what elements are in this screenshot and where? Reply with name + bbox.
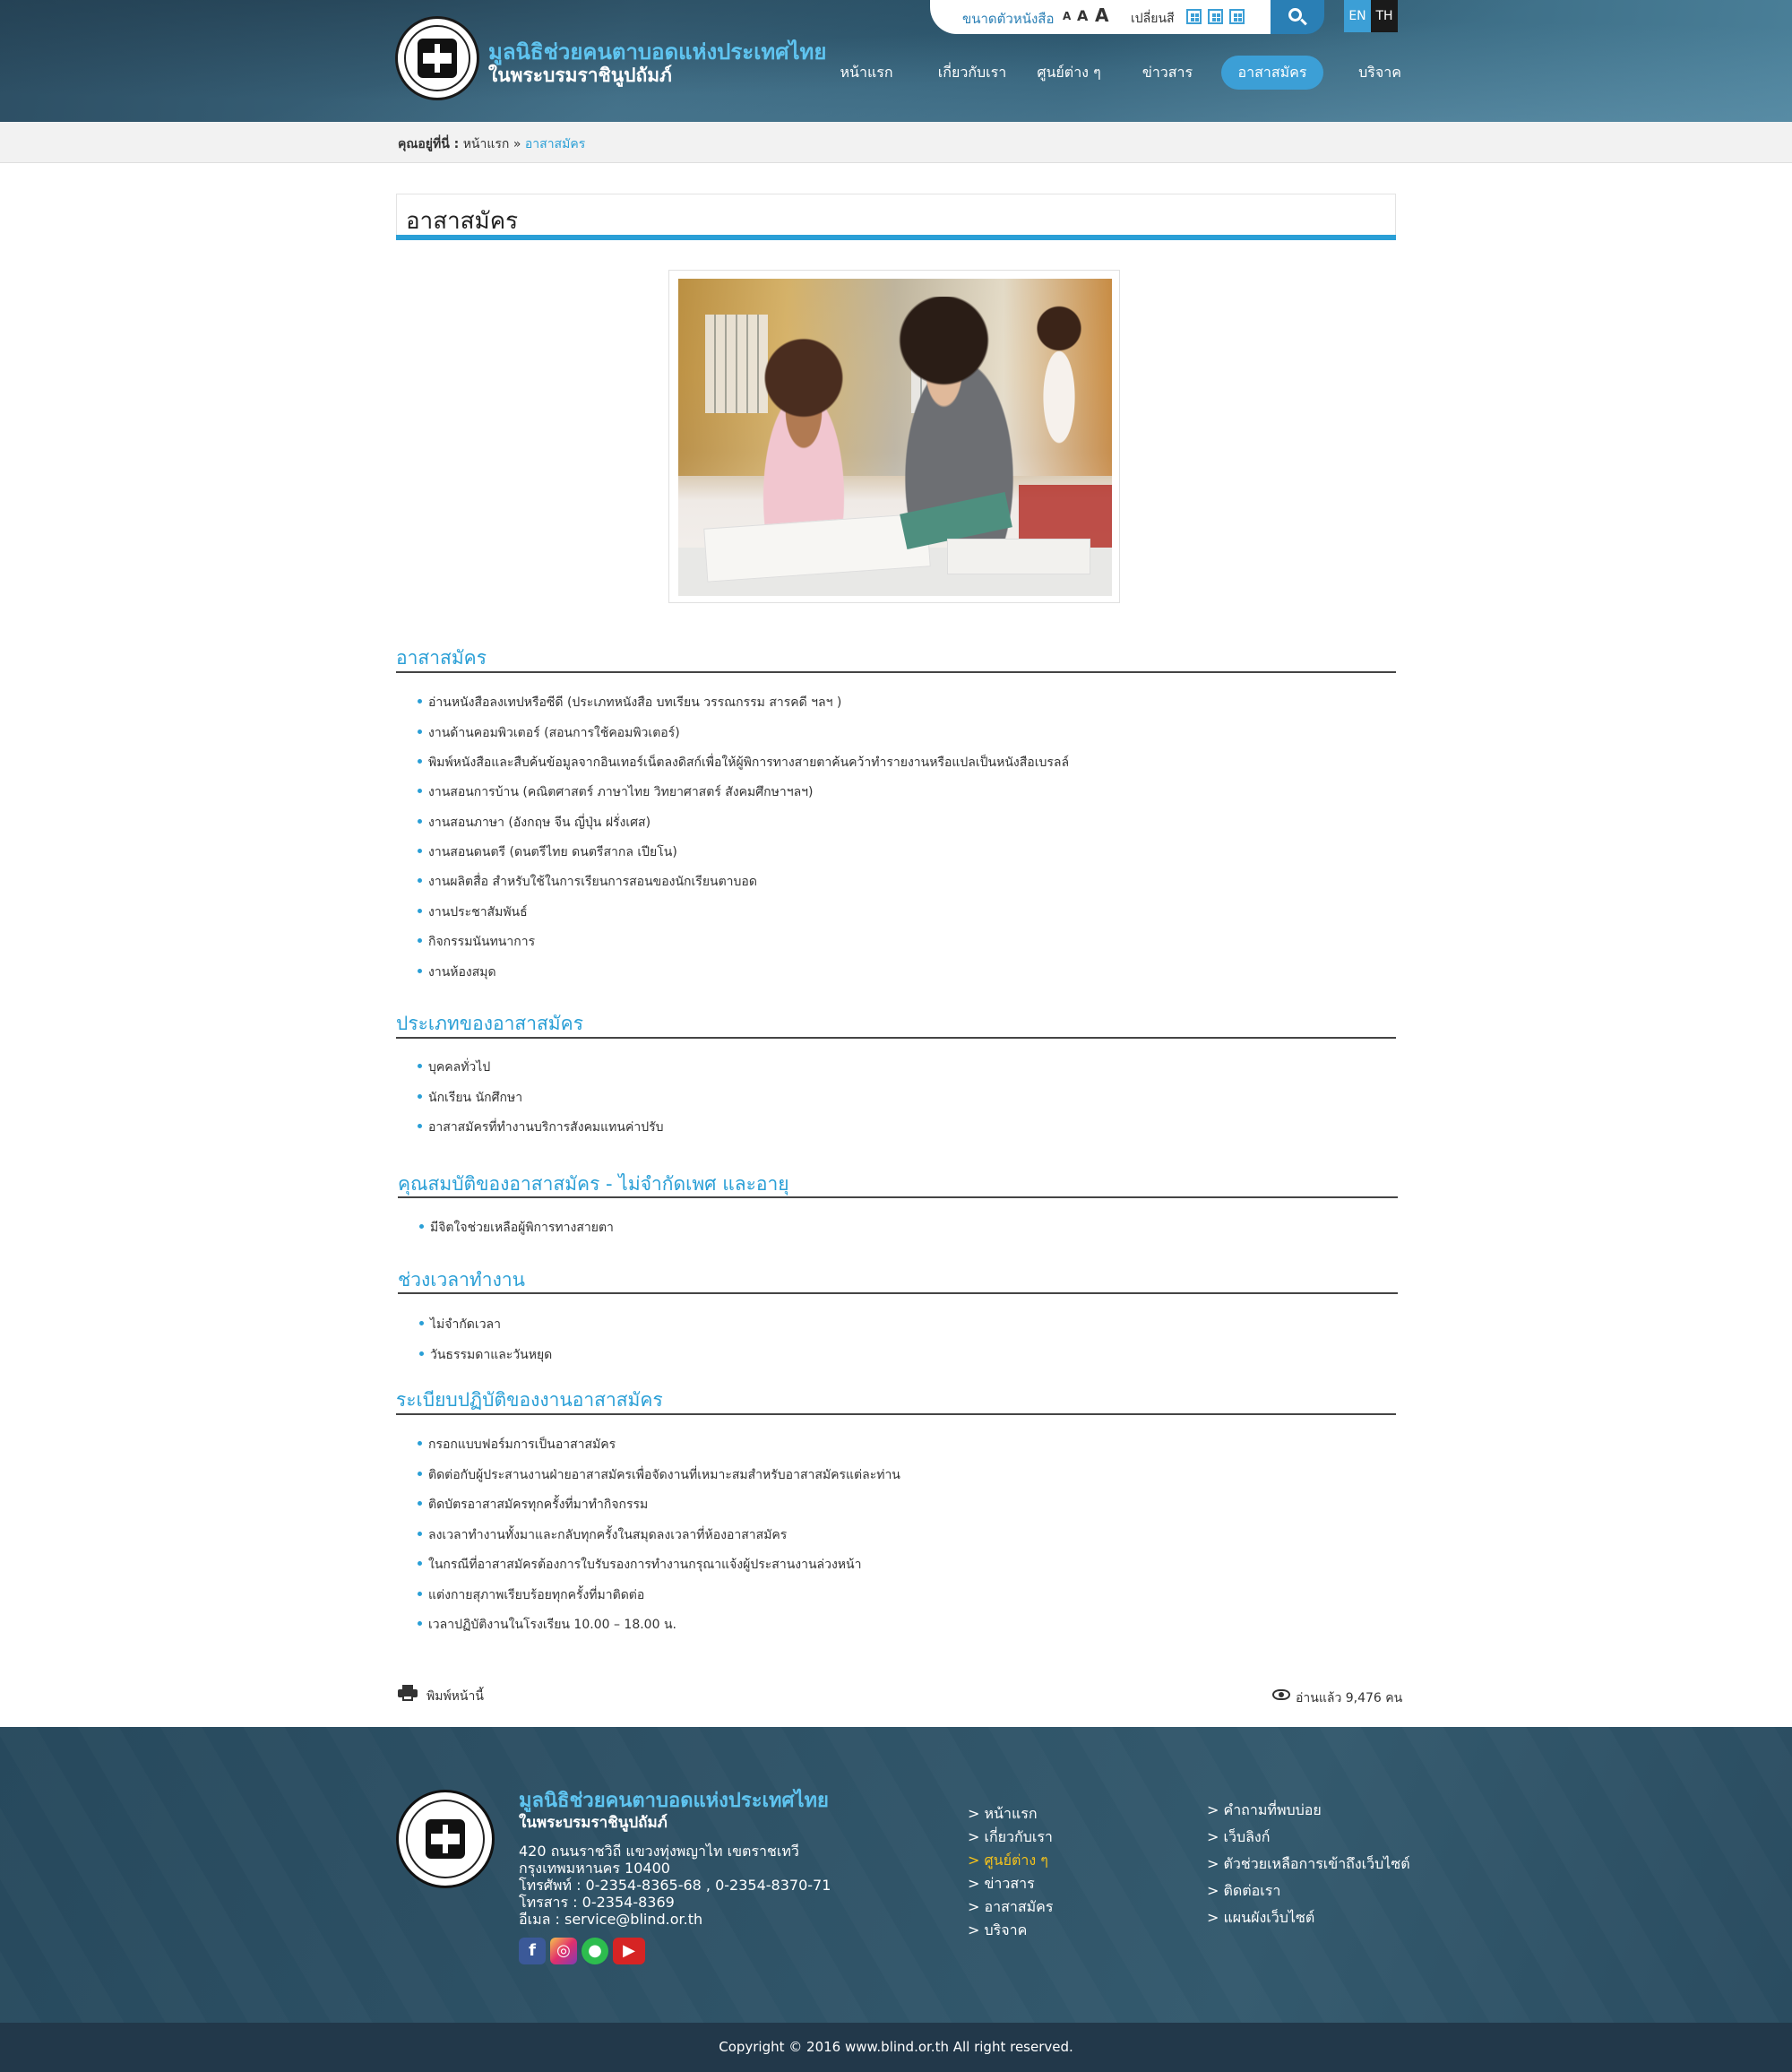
copyright-text: Copyright © 2016 www.blind.or.th All rig… <box>719 2039 1073 2055</box>
nav-centers[interactable]: ศูนย์ต่าง ๆ <box>1029 56 1109 90</box>
list-item: งานด้านคอมพิวเตอร์ (สอนการใช้คอมพิวเตอร์… <box>418 723 680 743</box>
list-item: อาสาสมัครที่ทำงานบริการสังคมแทนค่าปรับ <box>418 1118 664 1137</box>
section-divider <box>396 1037 1396 1039</box>
footer-link-donate[interactable]: > บริจาค <box>968 1920 1027 1942</box>
section-heading-volunteer: อาสาสมัคร <box>396 647 487 669</box>
brand-subtitle[interactable]: ในพระบรมราชินูปถัมภ์ <box>488 61 672 91</box>
view-count: อ่านแล้ว 9,476 คน <box>1296 1691 1403 1705</box>
list-item: กิจกรรมนันทนาการ <box>418 932 535 952</box>
section-divider <box>396 1413 1396 1415</box>
list-item: กรอกแบบฟอร์มการเป็นอาสาสมัคร <box>418 1435 616 1455</box>
list-item: มีจิตใจช่วยเหลือผู้พิการทางสายตา <box>419 1218 614 1238</box>
printer-icon[interactable] <box>398 1685 418 1701</box>
page-title: อาสาสมัคร <box>406 208 519 235</box>
list-item: บุคคลทั่วไป <box>418 1058 490 1077</box>
footer-brand-subtitle: ในพระบรมราชินูปถัมภ์ <box>519 1814 668 1832</box>
breadcrumb-home-link[interactable]: หน้าแรก <box>463 137 510 151</box>
list-item: งานผลิตสื่อ สำหรับใช้ในการเรียนการสอนของ… <box>418 872 757 892</box>
nav-donate[interactable]: บริจาค <box>1344 56 1416 90</box>
color-scheme-3-icon[interactable] <box>1229 9 1245 24</box>
section-heading-volunteer-types: ประเภทของอาสาสมัคร <box>396 1013 583 1034</box>
list-item: งานประชาสัมพันธ์ <box>418 902 528 922</box>
volunteer-photo <box>678 279 1112 596</box>
footer-link-about[interactable]: > เกี่ยวกับเรา <box>968 1826 1053 1849</box>
section-divider <box>398 1196 1398 1198</box>
breadcrumb-current: อาสาสมัคร <box>524 137 586 151</box>
nav-volunteer[interactable]: อาสาสมัคร <box>1221 56 1323 90</box>
color-scheme-2-icon[interactable] <box>1208 9 1223 24</box>
nav-about[interactable]: เกี่ยวกับเรา <box>932 56 1012 90</box>
section-divider <box>396 671 1396 673</box>
foundation-logo[interactable] <box>395 16 479 100</box>
color-scheme-label: เปลี่ยนสี <box>1131 12 1175 26</box>
list-item: งานสอนดนตรี (ดนตรีไทย ดนตรีสากล เปียโน) <box>418 842 677 862</box>
breadcrumb-bar: คุณอยู่ที่นี่ : หน้าแรก » อาสาสมัคร <box>0 122 1792 163</box>
facebook-icon[interactable]: f <box>519 1938 546 1964</box>
list-item: ลงเวลาทำงานทั้งมาและกลับทุกครั้งในสมุดลง… <box>418 1525 787 1545</box>
youtube-icon[interactable]: ▶ <box>613 1938 645 1964</box>
footer-link-sitemap[interactable]: > แผนผังเว็บไซต์ <box>1207 1907 1314 1930</box>
list-item: เวลาปฏิบัติงานในโรงเรียน 10.00 – 18.00 น… <box>418 1615 676 1635</box>
search-button[interactable] <box>1271 0 1324 34</box>
list-item: ในกรณีที่อาสาสมัครต้องการใบรับรองการทำงา… <box>418 1555 861 1575</box>
footer-link-faq[interactable]: > คำถามที่พบบ่อย <box>1207 1800 1322 1822</box>
color-scheme-1-icon[interactable] <box>1186 9 1202 24</box>
footer-link-contact[interactable]: > ติดต่อเรา <box>1207 1880 1280 1903</box>
font-size-label: ขนาดตัวหนังสือ <box>962 11 1055 27</box>
list-item: พิมพ์หนังสือและสืบค้นข้อมูลจากอินเทอร์เน… <box>418 753 1069 773</box>
footer-logo <box>396 1790 495 1888</box>
nav-home[interactable]: หน้าแรก <box>826 56 907 90</box>
list-item: นักเรียน นักศึกษา <box>418 1088 522 1108</box>
list-item: ติดบัตรอาสาสมัครทุกครั้งที่มาทำกิจกรรม <box>418 1495 648 1515</box>
footer-link-volunteer[interactable]: > อาสาสมัคร <box>968 1896 1053 1919</box>
list-item: อ่านหนังสือลงเทปหรือซีดี (ประเภทหนังสือ … <box>418 693 841 712</box>
footer-email[interactable]: อีเมล : service@blind.or.th <box>519 1909 702 1931</box>
copyright-bar: Copyright © 2016 www.blind.or.th All rig… <box>0 2023 1792 2072</box>
footer-link-accessibility[interactable]: > ตัวช่วยเหลือการเข้าถึงเว็บไซต์ <box>1207 1853 1410 1876</box>
section-heading-rules: ระเบียบปฏิบัติของงานอาสาสมัคร <box>396 1389 663 1411</box>
footer-link-home[interactable]: > หน้าแรก <box>968 1803 1038 1826</box>
page-title-box: อาสาสมัคร <box>396 194 1396 240</box>
list-item: งานห้องสมุด <box>418 963 496 982</box>
font-size-large-button[interactable]: A <box>1095 4 1108 26</box>
eye-icon <box>1272 1689 1290 1700</box>
footer-link-weblinks[interactable]: > เว็บลิงก์ <box>1207 1826 1270 1849</box>
instagram-icon[interactable]: ◎ <box>550 1938 577 1964</box>
list-item: ติดต่อกับผู้ประสานงานฝ่ายอาสาสมัครเพื่อจ… <box>418 1465 900 1485</box>
accessibility-toolbar: ขนาดตัวหนังสือ A A A เปลี่ยนสี <box>930 0 1271 34</box>
site-footer: มูลนิธิช่วยคนตาบอดแห่งประเทศไทย ในพระบรม… <box>0 1727 1792 2023</box>
list-item: ไม่จำกัดเวลา <box>419 1315 501 1334</box>
font-size-small-button[interactable]: A <box>1063 10 1071 22</box>
section-heading-working-hours: ช่วงเวลาทำงาน <box>398 1269 525 1291</box>
breadcrumb: คุณอยู่ที่นี่ : หน้าแรก » อาสาสมัคร <box>398 134 585 154</box>
section-divider <box>398 1292 1398 1294</box>
section-heading-qualifications: คุณสมบัติของอาสาสมัคร - ไม่จำกัดเพศ และอ… <box>398 1173 789 1195</box>
list-item: แต่งกายสุภาพเรียบร้อยทุกครั้งที่มาติดต่อ <box>418 1585 644 1605</box>
lang-th-button[interactable]: TH <box>1371 0 1398 32</box>
footer-link-centers[interactable]: > ศูนย์ต่าง ๆ <box>968 1850 1048 1872</box>
footer-link-news[interactable]: > ข่าวสาร <box>968 1873 1035 1895</box>
lang-en-button[interactable]: EN <box>1344 0 1371 32</box>
print-page-link[interactable]: พิมพ์หน้านี้ <box>426 1687 484 1706</box>
volunteer-photo-frame <box>668 270 1120 603</box>
site-header: มูลนิธิช่วยคนตาบอดแห่งประเทศไทย ในพระบรม… <box>0 0 1792 122</box>
list-item: วันธรรมดาและวันหยุด <box>419 1345 552 1365</box>
line-icon[interactable]: ● <box>582 1938 608 1964</box>
list-item: งานสอนการบ้าน (คณิตศาสตร์ ภาษาไทย วิทยาศ… <box>418 782 813 802</box>
breadcrumb-separator: » <box>513 137 521 151</box>
nav-news[interactable]: ข่าวสาร <box>1127 56 1208 90</box>
font-size-medium-button[interactable]: A <box>1077 7 1088 24</box>
breadcrumb-prefix: คุณอยู่ที่นี่ : <box>398 137 460 151</box>
page-title-underline <box>396 235 1396 240</box>
list-item: งานสอนภาษา (อังกฤษ จีน ญี่ปุ่น ฝรั่งเศส) <box>418 813 650 833</box>
